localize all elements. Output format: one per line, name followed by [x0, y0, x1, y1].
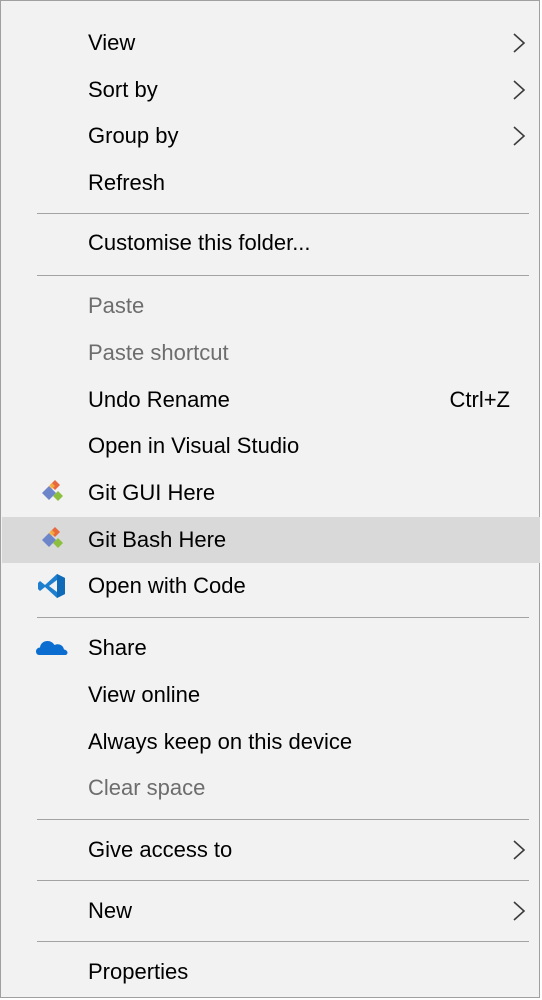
- menu-item-group-by[interactable]: Group by: [2, 113, 540, 159]
- git-gui-icon: [42, 480, 63, 501]
- menu-separator: [37, 819, 529, 820]
- menu-item-label: Refresh: [88, 170, 166, 195]
- vscode-icon: [38, 574, 65, 598]
- menu-item-always-keep-on-device[interactable]: Always keep on this device: [2, 719, 540, 765]
- onedrive-cloud-icon: [36, 641, 68, 655]
- menu-separator: [37, 617, 529, 618]
- menu-item-label: Git GUI Here: [88, 480, 216, 505]
- menu-item-git-bash-here[interactable]: Git Bash Here: [2, 517, 540, 563]
- menu-separator: [37, 880, 529, 881]
- shortcut-text: Ctrl+Z: [449, 387, 511, 412]
- menu-item-give-access-to[interactable]: Give access to: [2, 827, 540, 873]
- menu-item-label: Group by: [88, 123, 179, 148]
- menu-item-label: New: [88, 898, 133, 923]
- menu-item-properties[interactable]: Properties: [2, 949, 540, 995]
- menu-item-label: Open with Code: [88, 573, 246, 598]
- git-bash-icon: [42, 527, 63, 548]
- menu-item-label: Paste shortcut: [88, 340, 229, 365]
- menu-item-customise-folder[interactable]: Customise this folder...: [2, 220, 540, 266]
- menu-item-undo-rename[interactable]: Undo Rename Ctrl+Z: [2, 377, 540, 423]
- chevron-right-icon: [513, 33, 526, 53]
- menu-item-label: Git Bash Here: [88, 527, 227, 552]
- menu-separator: [37, 213, 529, 214]
- menu-item-label: Give access to: [88, 837, 233, 862]
- menu-item-label: Always keep on this device: [88, 729, 353, 754]
- menu-item-clear-space: Clear space: [2, 765, 540, 811]
- chevron-right-icon: [513, 840, 526, 860]
- chevron-right-icon: [513, 901, 526, 921]
- chevron-right-icon: [513, 126, 526, 146]
- menu-item-paste: Paste: [2, 283, 540, 329]
- menu-item-git-gui-here[interactable]: Git GUI Here: [2, 470, 540, 516]
- menu-item-label: Sort by: [88, 77, 158, 102]
- menu-item-view[interactable]: View: [2, 20, 540, 66]
- chevron-right-icon: [513, 80, 526, 100]
- menu-item-label: View: [88, 30, 136, 55]
- menu-item-share[interactable]: Share: [2, 625, 540, 671]
- menu-item-open-in-visual-studio[interactable]: Open in Visual Studio: [2, 423, 540, 469]
- menu-item-label: Paste: [88, 293, 145, 318]
- menu-item-label: Customise this folder...: [88, 230, 311, 255]
- menu-separator: [37, 941, 529, 942]
- menu-item-new[interactable]: New: [2, 888, 540, 934]
- menu-item-refresh[interactable]: Refresh: [2, 160, 540, 206]
- menu-item-sort-by[interactable]: Sort by: [2, 67, 540, 113]
- menu-separator: [37, 275, 529, 276]
- menu-item-label: Undo Rename: [88, 387, 230, 412]
- menu-item-paste-shortcut: Paste shortcut: [2, 330, 540, 376]
- menu-item-label: Share: [88, 635, 147, 660]
- menu-item-label: View online: [88, 682, 201, 707]
- menu-item-open-with-code[interactable]: Open with Code: [2, 563, 540, 609]
- context-menu: View Sort by Group by Refresh Customise …: [0, 0, 540, 998]
- menu-item-label: Properties: [88, 959, 189, 984]
- menu-item-label: Open in Visual Studio: [88, 433, 300, 458]
- menu-item-view-online[interactable]: View online: [2, 672, 540, 718]
- menu-item-label: Clear space: [88, 775, 206, 800]
